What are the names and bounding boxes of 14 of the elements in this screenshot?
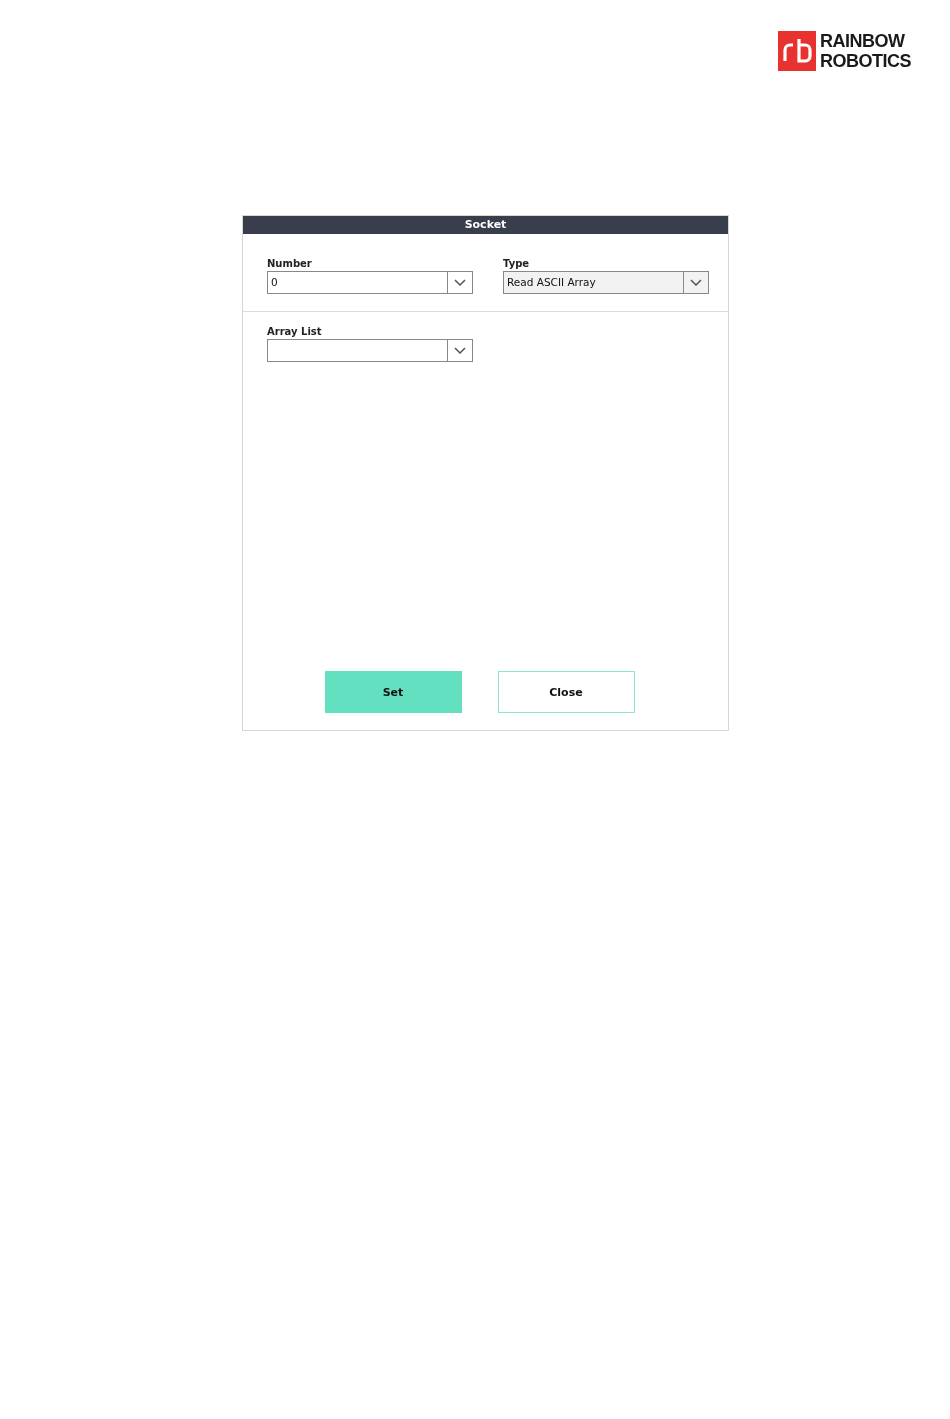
dropdown-field[interactable]: 0 [267, 271, 473, 294]
set-button[interactable]: Set [324, 671, 462, 713]
dropdown-field[interactable] [267, 339, 473, 362]
field-label: Array List [267, 325, 323, 338]
logo-text: ROBOTICS [820, 51, 911, 71]
logo-text: RAINBOW [820, 31, 906, 51]
chevron-down-icon [454, 279, 466, 286]
dialog-title: Socket [243, 216, 728, 234]
logo-icon [778, 31, 816, 71]
chevron-down-icon [690, 279, 702, 286]
field-label: Type [503, 257, 531, 270]
chevron-down-icon [454, 347, 466, 354]
close-button[interactable]: Close [497, 671, 635, 713]
field-label: Number [267, 257, 313, 270]
